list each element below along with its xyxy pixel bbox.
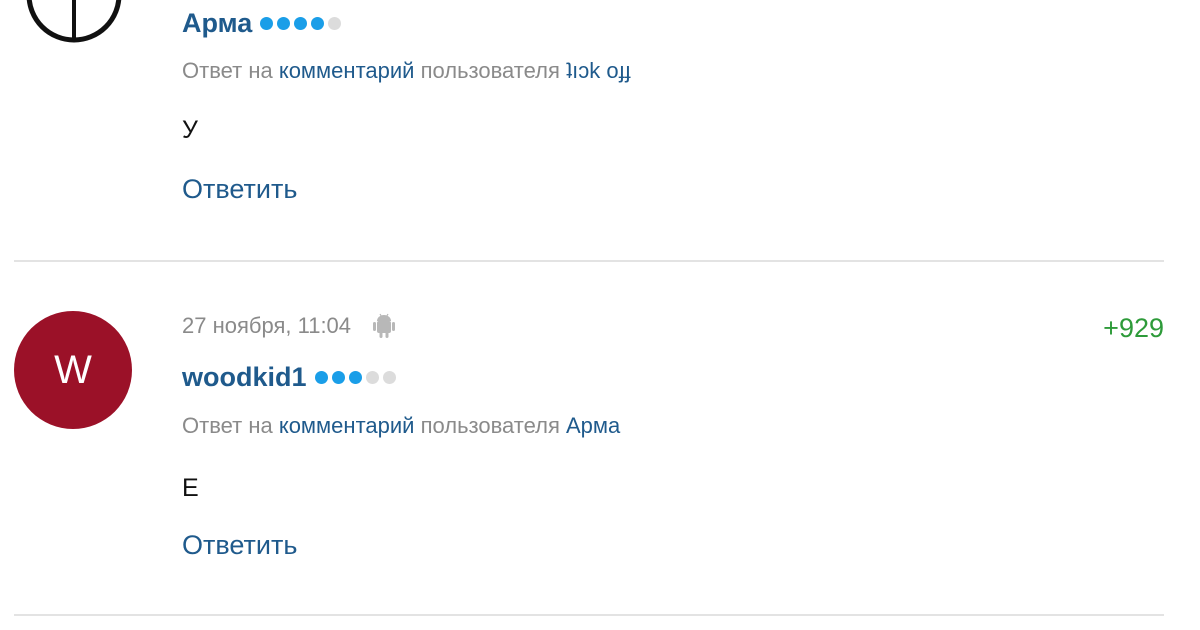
rank-dot-active <box>294 17 308 30</box>
avatar-letter: W <box>54 347 92 392</box>
rank-dot-active <box>314 371 328 384</box>
rank-dots <box>260 17 345 30</box>
reply-comment-link[interactable]: комментарий <box>279 413 415 438</box>
comment-text: Е <box>182 474 199 502</box>
username-row: Арма <box>182 8 345 39</box>
comment-meta: 27 ноября, 11:04 <box>182 313 396 339</box>
username-link[interactable]: Арма <box>182 8 252 39</box>
reply-button[interactable]: Ответить <box>182 530 297 561</box>
reply-prefix: Ответ на <box>182 413 279 438</box>
reply-user-link[interactable]: Арма <box>566 413 620 438</box>
comments-page: Арма Ответ на комментарий пользователя ʇ… <box>0 0 1200 630</box>
avatar[interactable]: W <box>14 311 132 429</box>
divider <box>14 260 1164 262</box>
rank-dot-active <box>277 17 291 30</box>
reply-button[interactable]: Ответить <box>182 174 297 205</box>
comment-date: 27 ноября, 11:04 <box>182 313 352 338</box>
username-link[interactable]: woodkid1 <box>182 362 307 393</box>
comment-text: У <box>182 116 198 144</box>
reply-to-text: Ответ на комментарий пользователя Арма <box>182 413 620 439</box>
rank-dot-active <box>311 17 325 30</box>
rank-dot-inactive <box>382 371 396 384</box>
reply-middle: пользователя <box>414 413 566 438</box>
crosshair-icon[interactable] <box>14 0 134 70</box>
reply-prefix: Ответ на <box>182 58 279 83</box>
rank-dot-inactive <box>328 17 342 30</box>
reply-user-link[interactable]: ʇıɔk оɟɟ <box>566 58 631 83</box>
username-row: woodkid1 <box>182 362 400 393</box>
reply-to-text: Ответ на комментарий пользователя ʇıɔk о… <box>182 58 631 84</box>
rank-dot-active <box>331 371 345 384</box>
rank-dot-active <box>260 17 274 30</box>
reply-middle: пользователя <box>414 58 566 83</box>
rank-dot-active <box>348 371 362 384</box>
rank-dots <box>314 371 400 384</box>
divider <box>14 614 1164 616</box>
rank-dot-inactive <box>365 371 379 384</box>
comment-rating: +929 <box>1103 313 1164 343</box>
android-icon <box>373 313 396 338</box>
reply-comment-link[interactable]: комментарий <box>279 58 415 83</box>
